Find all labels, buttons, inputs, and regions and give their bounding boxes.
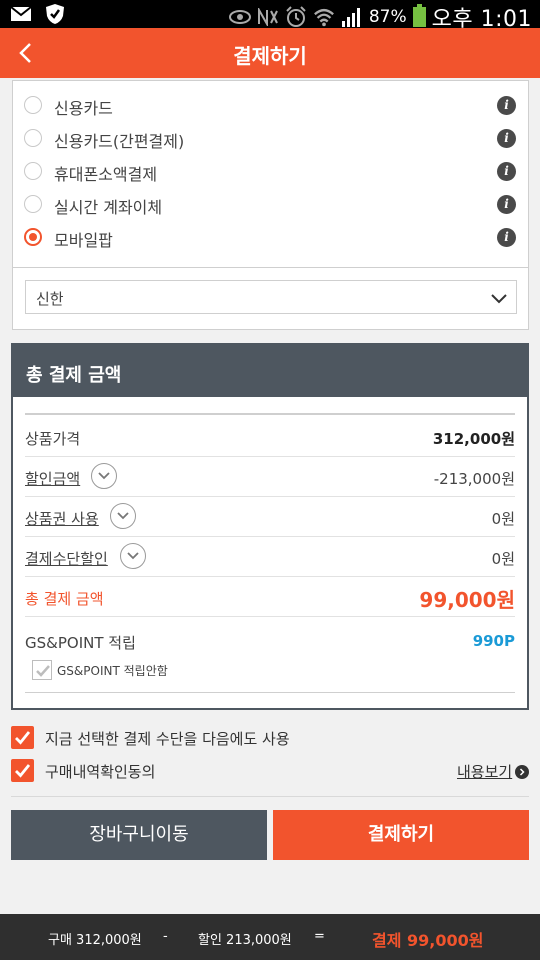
expand-chevron-icon[interactable] bbox=[110, 503, 136, 529]
divider bbox=[13, 267, 528, 268]
info-icon[interactable]: i bbox=[497, 228, 516, 247]
shield-icon bbox=[44, 3, 66, 25]
nfc-icon bbox=[257, 6, 279, 28]
payment-method-easy-card[interactable]: 신용카드(간편결제) i bbox=[13, 122, 528, 155]
radio-button[interactable] bbox=[24, 195, 42, 213]
status-bar: 87% 오후 1:01 bbox=[0, 0, 540, 32]
payment-method-list: 신용카드 i 신용카드(간편결제) i 휴대폰소액결제 i 실시간 계좌이체 i… bbox=[13, 89, 528, 254]
payment-summary-panel: 총 결제 금액 상품가격 312,000원 할인금액 -213,000원 상품권… bbox=[11, 343, 529, 710]
signal-icon bbox=[341, 6, 363, 28]
reuse-method-checkbox[interactable] bbox=[11, 726, 34, 749]
bank-select[interactable]: 신한 bbox=[25, 280, 517, 314]
go-to-cart-button[interactable]: 장바구니이동 bbox=[11, 810, 267, 860]
wifi-icon bbox=[313, 6, 335, 28]
app-header: 결제하기 bbox=[0, 28, 540, 78]
summary-row-discount: 할인금액 -213,000원 bbox=[25, 457, 515, 497]
bank-select-value: 신한 bbox=[36, 290, 64, 308]
confirm-purchase-checkbox[interactable] bbox=[11, 759, 34, 782]
footer-total: 결제 99,000원 bbox=[372, 931, 484, 950]
payment-method-label: 모바일팝 bbox=[54, 231, 113, 250]
payment-method-label: 신용카드 bbox=[54, 99, 113, 118]
radio-button-selected[interactable] bbox=[24, 228, 42, 246]
total-amount: 99,000원 bbox=[419, 588, 515, 612]
summary-row-total: 총 결제 금액 99,000원 bbox=[25, 577, 515, 617]
radio-button[interactable] bbox=[24, 96, 42, 114]
radio-button[interactable] bbox=[24, 129, 42, 147]
row-label-link[interactable]: 상품권 사용 bbox=[25, 508, 99, 529]
mail-icon bbox=[10, 3, 32, 25]
footer-purchase: 구매 312,000원 bbox=[48, 933, 142, 948]
footer-minus: - bbox=[163, 929, 168, 944]
row-amount: 312,000원 bbox=[432, 430, 515, 448]
summary-row-points: GS&POINT 적립 990P GS&POINT 적립안함 bbox=[25, 623, 515, 693]
payment-method-mobile-phone[interactable]: 휴대폰소액결제 i bbox=[13, 155, 528, 188]
radio-button[interactable] bbox=[24, 162, 42, 180]
footer-equals: = bbox=[314, 929, 325, 944]
point-opt-out-checkbox[interactable] bbox=[32, 660, 52, 680]
eye-icon bbox=[228, 6, 251, 28]
alarm-icon bbox=[285, 6, 307, 28]
pay-button[interactable]: 결제하기 bbox=[273, 810, 529, 860]
expand-chevron-icon[interactable] bbox=[91, 463, 117, 489]
view-details-link[interactable]: 내용보기 bbox=[457, 761, 512, 782]
battery-percent: 87% bbox=[368, 7, 407, 27]
info-icon[interactable]: i bbox=[497, 96, 516, 115]
battery-icon bbox=[412, 4, 426, 27]
row-label-link[interactable]: 할인금액 bbox=[25, 468, 80, 489]
payment-method-bank-transfer[interactable]: 실시간 계좌이체 i bbox=[13, 188, 528, 221]
total-label: 총 결제 금액 bbox=[25, 590, 104, 608]
chevron-right-icon[interactable] bbox=[515, 765, 529, 779]
summary-row-method-discount: 결제수단할인 0원 bbox=[25, 537, 515, 577]
point-value: 990P bbox=[472, 632, 515, 650]
row-label: 상품가격 bbox=[25, 430, 81, 448]
footer-summary-bar: 구매 312,000원 - 할인 213,000원 = 결제 99,000원 bbox=[0, 914, 540, 960]
footer-discount: 할인 213,000원 bbox=[198, 933, 292, 948]
payment-method-panel: 신용카드 i 신용카드(간편결제) i 휴대폰소액결제 i 실시간 계좌이체 i… bbox=[12, 80, 529, 330]
row-label-link[interactable]: 결제수단할인 bbox=[25, 548, 108, 569]
summary-title: 총 결제 금액 bbox=[26, 365, 122, 386]
info-icon[interactable]: i bbox=[497, 162, 516, 181]
point-opt-out-label: GS&POINT 적립안함 bbox=[57, 664, 168, 678]
payment-method-label: 신용카드(간편결제) bbox=[54, 132, 185, 151]
row-amount: 0원 bbox=[491, 510, 515, 528]
divider bbox=[11, 796, 529, 797]
chevron-down-icon bbox=[489, 288, 509, 308]
expand-chevron-icon[interactable] bbox=[120, 543, 146, 569]
summary-header: 총 결제 금액 bbox=[13, 345, 527, 397]
page-title: 결제하기 bbox=[233, 44, 307, 68]
info-icon[interactable]: i bbox=[497, 129, 516, 148]
summary-row-gift-card: 상품권 사용 0원 bbox=[25, 497, 515, 537]
confirm-purchase-label: 구매내역확인동의 bbox=[45, 763, 156, 781]
row-amount: 0원 bbox=[491, 550, 515, 568]
summary-row-product-price: 상품가격 312,000원 bbox=[25, 417, 515, 457]
point-label: GS&POINT 적립 bbox=[25, 634, 136, 652]
payment-method-credit-card[interactable]: 신용카드 i bbox=[13, 89, 528, 122]
payment-method-label: 실시간 계좌이체 bbox=[54, 198, 163, 217]
info-icon[interactable]: i bbox=[497, 195, 516, 214]
divider bbox=[25, 413, 515, 415]
payment-method-mobile-pop[interactable]: 모바일팝 i bbox=[13, 221, 528, 254]
row-amount: -213,000원 bbox=[433, 470, 515, 488]
reuse-method-label: 지금 선택한 결제 수단을 다음에도 사용 bbox=[45, 730, 290, 748]
payment-method-label: 휴대폰소액결제 bbox=[54, 165, 158, 184]
